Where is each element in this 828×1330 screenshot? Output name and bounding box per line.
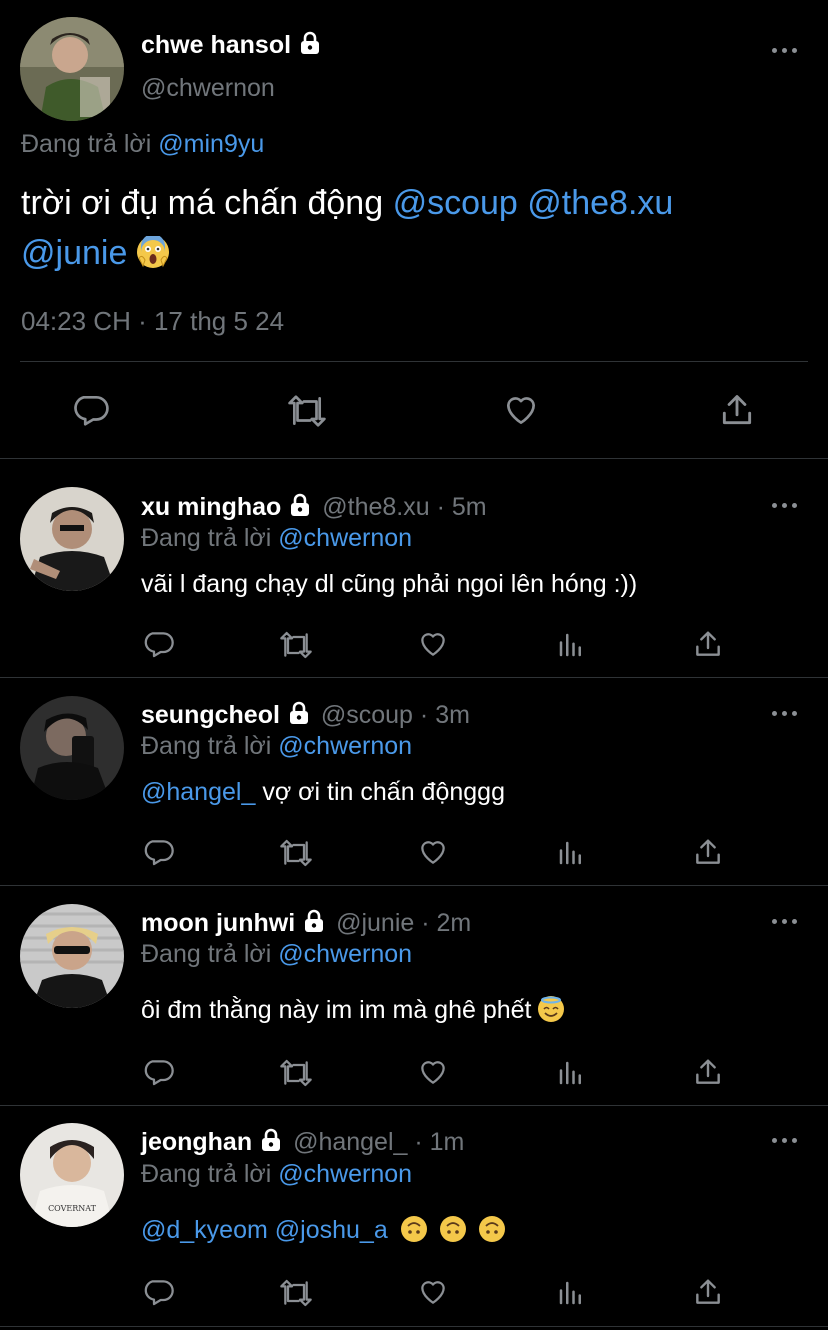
mention-links[interactable]: @d_kyeom @joshu_a <box>141 1216 388 1244</box>
reply-context: Đang trả lời @chwernon <box>141 524 412 553</box>
lock-icon <box>301 908 325 934</box>
more-options-icon[interactable] <box>772 710 798 718</box>
mention-link[interactable]: @the8.xu <box>527 184 673 222</box>
analytics-icon[interactable] <box>556 630 586 660</box>
reply-icon[interactable] <box>142 1276 174 1308</box>
reply-prefix: Đang trả lời <box>141 940 272 968</box>
reply-prefix: Đang trả lời <box>141 524 272 552</box>
avatar[interactable] <box>20 904 124 1008</box>
reply-time[interactable]: · 2m <box>421 909 471 937</box>
reply-text-plain: vợ ơi tin chấn độnggg <box>262 778 505 806</box>
reply-text: ôi đm thằng này im im mà ghê phết <box>141 996 565 1025</box>
avatar[interactable] <box>20 17 124 121</box>
analytics-icon[interactable] <box>556 1278 586 1308</box>
author-name[interactable]: jeonghan <box>141 1128 252 1156</box>
reply-text: vãi l đang chạy dl cũng phải ngoi lên hó… <box>141 570 638 598</box>
avatar[interactable] <box>20 696 124 800</box>
smiling-face-with-halo-emoji <box>538 996 565 1022</box>
author-handle[interactable]: @hangel_ <box>293 1128 407 1156</box>
share-icon[interactable] <box>692 1276 724 1308</box>
reply-prefix: Đang trả lời <box>21 130 152 158</box>
reply-context: Đang trả lời @chwernon <box>141 1160 412 1189</box>
lock-icon <box>258 1127 282 1153</box>
like-icon[interactable] <box>416 1276 450 1308</box>
author-name[interactable]: seungcheol <box>141 701 280 729</box>
like-icon[interactable] <box>416 1056 450 1088</box>
reply-text: @d_kyeom @joshu_a <box>141 1216 505 1245</box>
more-options-icon[interactable] <box>772 47 798 55</box>
author-name[interactable]: chwe hansol <box>141 30 321 60</box>
divider <box>0 1105 828 1106</box>
reply-header: jeonghan @hangel_ · 1m <box>141 1127 464 1157</box>
svg-text:COVERNAT: COVERNAT <box>48 1204 97 1213</box>
timestamp[interactable]: 04:23 CH · 17 thg 5 24 <box>21 306 284 337</box>
reply-to-link[interactable]: @chwernon <box>278 940 412 968</box>
like-icon[interactable] <box>501 391 541 429</box>
reply-icon[interactable] <box>142 836 174 868</box>
divider <box>0 1326 828 1327</box>
mention-link[interactable]: @scoup <box>393 184 518 222</box>
more-options-icon[interactable] <box>772 502 798 510</box>
divider <box>0 885 828 886</box>
author-handle[interactable]: @scoup <box>321 701 413 729</box>
author-handle[interactable]: @chwernon <box>141 74 275 103</box>
reply-header: xu minghao @the8.xu · 5m <box>141 492 487 522</box>
reply-prefix: Đang trả lời <box>141 732 272 760</box>
author-handle[interactable]: @junie <box>336 909 414 937</box>
retweet-icon[interactable] <box>278 1057 314 1089</box>
avatar[interactable]: COVERNAT <box>20 1123 124 1227</box>
analytics-icon[interactable] <box>556 838 586 868</box>
reply-icon[interactable] <box>71 391 109 429</box>
like-icon[interactable] <box>416 628 450 660</box>
retweet-icon[interactable] <box>286 392 328 430</box>
retweet-icon[interactable] <box>278 1277 314 1309</box>
reply-to-link[interactable]: @chwernon <box>278 524 412 552</box>
reply-to-link[interactable]: @chwernon <box>278 1160 412 1188</box>
author-name-text[interactable]: chwe hansol <box>141 31 291 59</box>
reply-to-link[interactable]: @chwernon <box>278 732 412 760</box>
retweet-icon[interactable] <box>278 629 314 661</box>
retweet-icon[interactable] <box>278 837 314 869</box>
share-icon[interactable] <box>692 628 724 660</box>
upside-down-face-emoji <box>439 1216 466 1242</box>
reply-context: Đang trả lời @chwernon <box>141 940 412 969</box>
lock-icon <box>286 700 310 726</box>
share-icon[interactable] <box>692 836 724 868</box>
share-icon[interactable] <box>718 390 756 430</box>
lock-icon <box>297 30 321 56</box>
author-handle[interactable]: @the8.xu <box>322 493 429 521</box>
reply-icon[interactable] <box>142 1056 174 1088</box>
reply-text: @hangel_ vợ ơi tin chấn độnggg <box>141 778 505 807</box>
tweet-text-plain: trời ơi đụ má chấn động <box>21 184 384 222</box>
more-options-icon[interactable] <box>772 1137 798 1145</box>
avatar[interactable] <box>20 487 124 591</box>
upside-down-face-emoji <box>400 1216 427 1242</box>
like-icon[interactable] <box>416 836 450 868</box>
reply-icon[interactable] <box>142 628 174 660</box>
more-options-icon[interactable] <box>772 918 798 926</box>
reply-time[interactable]: · 3m <box>420 701 470 729</box>
reply-text-plain: ôi đm thằng này im im mà ghê phết <box>141 996 532 1024</box>
author-name[interactable]: xu minghao <box>141 493 281 521</box>
divider <box>0 458 828 459</box>
reply-time[interactable]: · 5m <box>437 493 487 521</box>
divider <box>0 677 828 678</box>
reply-prefix: Đang trả lời <box>141 1160 272 1188</box>
lock-icon <box>287 492 311 518</box>
reply-to-link[interactable]: @min9yu <box>158 130 264 158</box>
mention-link[interactable]: @junie <box>21 234 127 272</box>
analytics-icon[interactable] <box>556 1058 586 1088</box>
screaming-face-emoji <box>136 236 169 268</box>
reply-context: Đang trả lời @chwernon <box>141 732 412 761</box>
reply-header: moon junhwi @junie · 2m <box>141 908 471 938</box>
share-icon[interactable] <box>692 1056 724 1088</box>
reply-time[interactable]: · 1m <box>414 1128 464 1156</box>
author-name[interactable]: moon junhwi <box>141 909 295 937</box>
reply-context: Đang trả lời @min9yu <box>21 130 264 159</box>
upside-down-face-emoji <box>478 1216 505 1242</box>
divider <box>20 361 808 362</box>
mention-link[interactable]: @hangel_ <box>141 778 255 806</box>
reply-header: seungcheol @scoup · 3m <box>141 700 470 730</box>
tweet-text: trời ơi đụ má chấn động @scoup @the8.xu … <box>21 178 811 278</box>
